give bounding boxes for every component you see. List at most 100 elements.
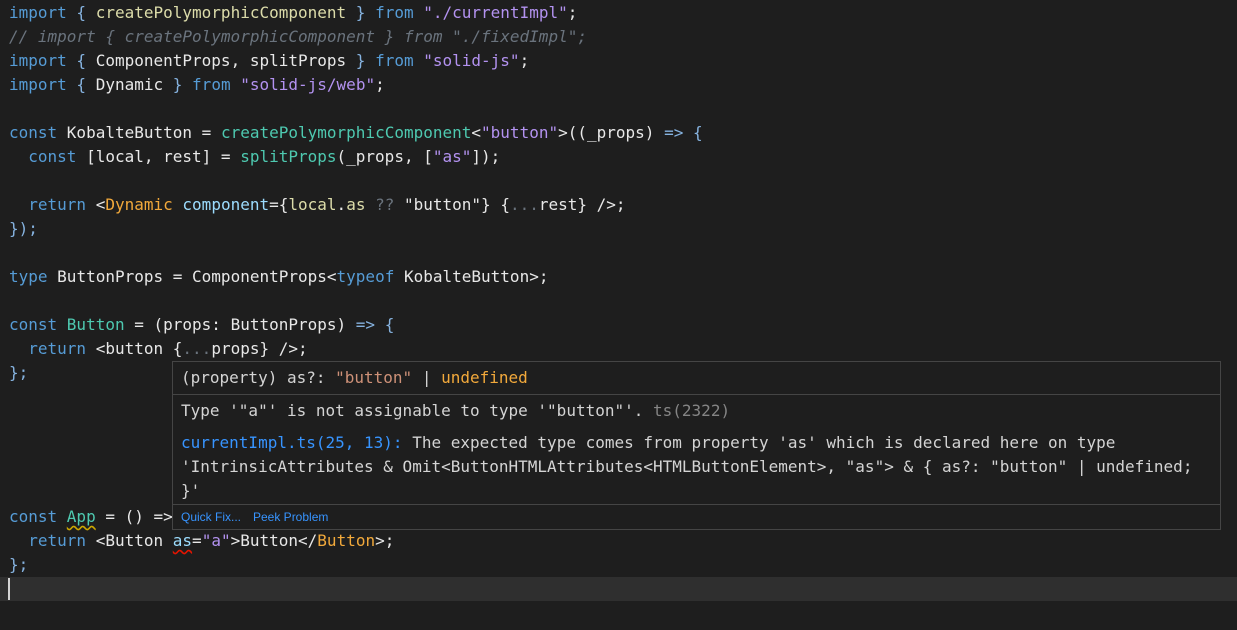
keyword: from: [375, 3, 424, 22]
code-line-12[interactable]: type ButtonProps = ComponentProps<typeof…: [9, 265, 548, 289]
code-line-6[interactable]: const KobalteButton = createPolymorphicC…: [9, 121, 703, 145]
error-code: ts(2322): [653, 401, 731, 420]
identifier: Dynamic: [95, 75, 164, 94]
keyword: return: [28, 531, 96, 550]
hover-actions: Quick Fix... Peek Problem: [173, 504, 1220, 529]
keyword: const: [9, 507, 67, 526]
punct: (_props, [: [336, 147, 433, 166]
operator: ??: [365, 195, 404, 214]
type: ButtonProps: [230, 315, 337, 334]
punct: ;: [567, 3, 578, 22]
code-line-16[interactable]: };: [9, 361, 28, 385]
punct: </: [298, 531, 318, 550]
keyword: return: [28, 195, 96, 214]
identifier: createPolymorphicComponent: [220, 123, 472, 142]
keyword: return: [28, 339, 96, 358]
related-text: The expected type comes from property 'a…: [402, 433, 1116, 452]
jsx-tag: button: [105, 339, 164, 358]
operator: ...: [509, 195, 539, 214]
identifier: KobalteButton: [66, 123, 193, 142]
code-line-2[interactable]: // import { createPolymorphicComponent }…: [9, 25, 587, 49]
identifier: ButtonProps = ComponentProps<: [57, 267, 337, 286]
jsx-tag: Dynamic: [105, 195, 173, 214]
signature-separator: |: [412, 368, 442, 387]
punct: };: [9, 555, 29, 574]
related-text: 'IntrinsicAttributes & Omit<ButtonHTMLAt…: [181, 457, 1193, 476]
identifier: createPolymorphicComponent: [95, 3, 347, 22]
punct: = () =>: [95, 507, 173, 526]
string: "a": [201, 531, 231, 550]
code-line-23[interactable]: return <Button as="a">Button</Button>;: [9, 529, 394, 553]
keyword: import: [9, 51, 67, 70]
punct: <: [95, 195, 106, 214]
code-line-15[interactable]: return <button {...props} />;: [9, 337, 307, 361]
identifier: ComponentProps, splitProps: [95, 51, 347, 70]
signature-undefined: undefined: [441, 368, 528, 387]
quick-fix-button[interactable]: Quick Fix...: [181, 505, 241, 529]
identifier: App: [66, 507, 96, 526]
identifier: rest} />;: [538, 195, 626, 214]
punct: <: [471, 123, 482, 142]
keyword: from: [375, 51, 424, 70]
keyword: import: [9, 3, 67, 22]
identifier: local: [288, 195, 337, 214]
jsx-tag: Button: [105, 531, 164, 550]
keyword: from: [192, 75, 241, 94]
punct: <: [95, 531, 106, 550]
keyword: const: [28, 147, 87, 166]
punct: {: [66, 75, 96, 94]
punct: = (props: [124, 315, 212, 334]
identifier: as: [346, 195, 366, 214]
string: "button": [481, 123, 559, 142]
punct: >: [230, 531, 241, 550]
related-text: }': [181, 481, 201, 500]
peek-problem-button[interactable]: Peek Problem: [253, 505, 328, 529]
keyword: import: [9, 75, 67, 94]
punct: {: [163, 339, 183, 358]
punct: };: [9, 363, 29, 382]
keyword: typeof: [336, 267, 404, 286]
identifier: [local, rest] =: [86, 147, 241, 166]
code-line-7[interactable]: const [local, rest] = splitProps(_props,…: [9, 145, 500, 169]
code-line-3[interactable]: import { ComponentProps, splitProps } fr…: [9, 49, 529, 73]
punct: }: [346, 3, 376, 22]
identifier: splitProps: [240, 147, 337, 166]
punct: });: [9, 219, 38, 238]
error-text: Type '"a"' is not assignable to type '"b…: [181, 401, 654, 420]
jsx-attribute-error[interactable]: as: [173, 531, 192, 550]
signature-type: "button": [335, 368, 413, 387]
code-line-14[interactable]: const Button = (props: ButtonProps) => {: [9, 313, 394, 337]
code-line-24[interactable]: };: [9, 553, 28, 577]
punct: <: [95, 339, 106, 358]
code-line-4[interactable]: import { Dynamic } from "solid-js/web";: [9, 73, 385, 97]
string: "solid-js/web": [240, 75, 376, 94]
jsx-tag: Button: [317, 531, 376, 550]
identifier: KobalteButton>;: [403, 267, 549, 286]
punct: {: [66, 51, 96, 70]
keyword: type: [9, 267, 58, 286]
string: "solid-js": [423, 51, 520, 70]
hover-divider: [173, 394, 1220, 395]
punct: }: [346, 51, 376, 70]
punct: {: [66, 3, 96, 22]
related-link[interactable]: currentImpl.ts(25, 13):: [181, 433, 403, 452]
punct: >((_props): [558, 123, 665, 142]
related-info: currentImpl.ts(25, 13): The expected typ…: [181, 431, 1115, 455]
code-line-1[interactable]: import { createPolymorphicComponent } fr…: [9, 1, 577, 25]
punct: :: [211, 315, 231, 334]
jsx-text: Button: [240, 531, 299, 550]
punct: => {: [664, 123, 703, 142]
string: "./currentImpl": [423, 3, 568, 22]
punct: ): [336, 315, 356, 334]
code-line-22[interactable]: const App = () =>: [9, 505, 173, 529]
punct: ;: [519, 51, 530, 70]
hover-tooltip: (property) as?: "button" | undefined Typ…: [172, 361, 1221, 530]
code-line-9[interactable]: return <Dynamic component={local.as ?? "…: [9, 193, 626, 217]
code-line-10[interactable]: });: [9, 217, 38, 241]
keyword: const: [9, 315, 67, 334]
punct: =: [192, 531, 202, 550]
hover-signature: (property) as?: "button" | undefined: [181, 366, 528, 390]
identifier: Button: [66, 315, 125, 334]
punct: .: [336, 195, 347, 214]
code-editor[interactable]: import { createPolymorphicComponent } fr…: [0, 0, 1237, 630]
